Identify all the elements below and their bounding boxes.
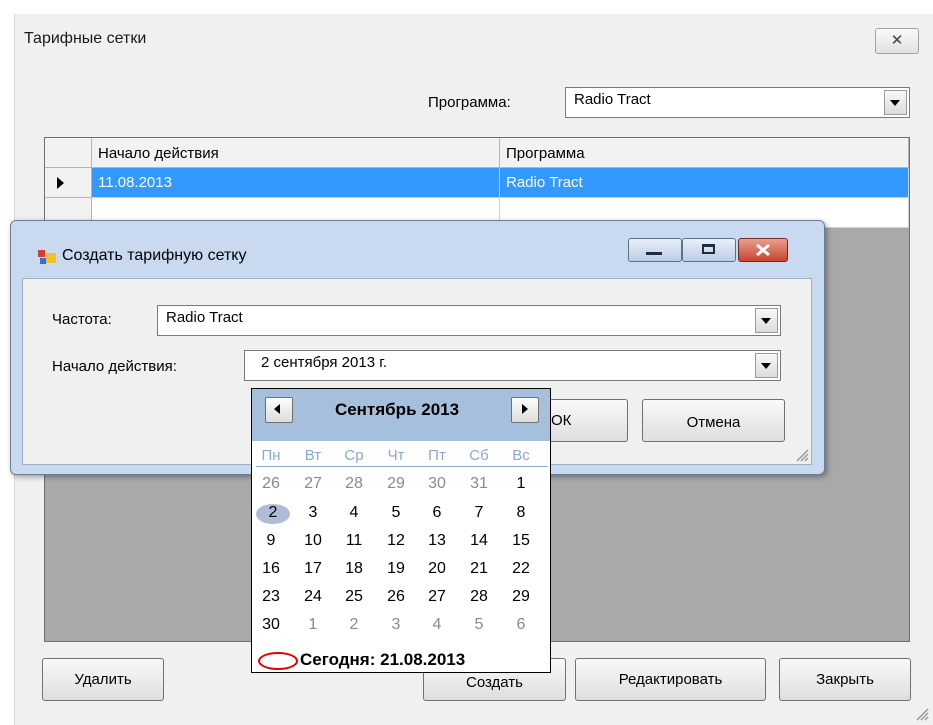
weekday-label: Пн bbox=[261, 447, 281, 464]
weekday-label: Чт bbox=[387, 447, 405, 464]
weekday-label: Сб bbox=[469, 447, 489, 464]
calendar-day[interactable]: 30 bbox=[422, 475, 452, 493]
start-date-picker[interactable]: 2 сентября 2013 г. bbox=[244, 350, 781, 381]
start-date-label: Начало действия: bbox=[52, 358, 177, 375]
calendar-day[interactable]: 6 bbox=[506, 616, 536, 634]
calendar-day[interactable]: 4 bbox=[339, 504, 369, 522]
chevron-left-icon bbox=[274, 404, 280, 414]
edit-button[interactable]: Редактировать bbox=[575, 658, 766, 701]
program-label: Программа: bbox=[428, 94, 511, 111]
grid-corner-header bbox=[45, 138, 92, 168]
cell-start[interactable]: 11.08.2013 bbox=[92, 168, 500, 198]
row-header[interactable] bbox=[45, 168, 92, 198]
next-month-button[interactable] bbox=[511, 397, 539, 423]
calendar-day[interactable]: 27 bbox=[298, 475, 328, 493]
chevron-right-icon bbox=[522, 404, 528, 414]
calendar-day[interactable]: 16 bbox=[256, 560, 286, 578]
calendar-day[interactable]: 5 bbox=[464, 616, 494, 634]
weekday-label: Вс bbox=[512, 447, 530, 464]
calendar-day[interactable]: 10 bbox=[298, 532, 328, 550]
delete-button[interactable]: Удалить bbox=[42, 658, 164, 701]
calendar-day[interactable]: 1 bbox=[298, 616, 328, 634]
calendar-day[interactable]: 18 bbox=[339, 560, 369, 578]
prev-month-button[interactable] bbox=[265, 397, 293, 423]
calendar-day[interactable]: 27 bbox=[422, 588, 452, 606]
weekday-divider bbox=[256, 466, 548, 467]
calendar-day[interactable]: 6 bbox=[422, 504, 452, 522]
calendar-day[interactable]: 21 bbox=[464, 560, 494, 578]
calendar-day[interactable]: 7 bbox=[464, 504, 494, 522]
dialog-close-button[interactable] bbox=[738, 238, 788, 262]
calendar-day[interactable]: 29 bbox=[381, 475, 411, 493]
calendar-day[interactable]: 1 bbox=[506, 475, 536, 493]
calendar-day[interactable]: 2 bbox=[339, 616, 369, 634]
calendar-day[interactable]: 28 bbox=[464, 588, 494, 606]
maximize-icon bbox=[702, 244, 715, 254]
weekday-label: Вт bbox=[304, 447, 322, 464]
calendar-day[interactable]: 24 bbox=[298, 588, 328, 606]
calendar-day[interactable]: 30 bbox=[256, 616, 286, 634]
calendar-day[interactable]: 23 bbox=[256, 588, 286, 606]
calendar-day[interactable]: 26 bbox=[381, 588, 411, 606]
minimize-button[interactable] bbox=[628, 238, 682, 262]
resize-grip-icon[interactable] bbox=[795, 448, 809, 462]
frequency-combobox-value: Radio Tract bbox=[166, 309, 243, 326]
calendar-day[interactable]: 28 bbox=[339, 475, 369, 493]
app-icon bbox=[38, 250, 56, 264]
column-header-start[interactable]: Начало действия bbox=[92, 138, 500, 168]
weekday-label: Ср bbox=[344, 447, 364, 464]
calendar-day-selected[interactable]: 2 bbox=[258, 504, 288, 522]
weekday-label: Пт bbox=[428, 447, 446, 464]
calendar-day[interactable]: 13 bbox=[422, 532, 452, 550]
main-close-button[interactable]: ✕ bbox=[875, 28, 919, 54]
start-date-value: 2 сентября 2013 г. bbox=[261, 354, 388, 371]
dropdown-arrow-icon[interactable] bbox=[755, 353, 778, 378]
close-icon bbox=[756, 243, 770, 257]
calendar-day[interactable]: 15 bbox=[506, 532, 536, 550]
calendar-day[interactable]: 12 bbox=[381, 532, 411, 550]
calendar-day[interactable]: 9 bbox=[256, 532, 286, 550]
calendar-day[interactable]: 4 bbox=[422, 616, 452, 634]
frequency-label: Частота: bbox=[52, 311, 112, 328]
program-combobox-value: Radio Tract bbox=[574, 91, 651, 108]
cell-program[interactable]: Radio Tract bbox=[500, 168, 909, 198]
frequency-combobox[interactable]: Radio Tract bbox=[157, 305, 781, 336]
resize-grip-icon[interactable] bbox=[915, 707, 929, 721]
close-button[interactable]: Закрыть bbox=[779, 658, 911, 701]
close-icon: ✕ bbox=[890, 32, 904, 49]
row-pointer-icon bbox=[57, 177, 64, 189]
calendar-day[interactable]: 22 bbox=[506, 560, 536, 578]
calendar-day[interactable]: 17 bbox=[298, 560, 328, 578]
dropdown-arrow-icon[interactable] bbox=[884, 90, 907, 115]
calendar-day[interactable]: 8 bbox=[506, 504, 536, 522]
calendar-day[interactable]: 19 bbox=[381, 560, 411, 578]
today-marker-icon bbox=[258, 652, 298, 670]
today-link[interactable]: Сегодня: 21.08.2013 bbox=[300, 650, 465, 670]
dialog-title: Создать тарифную сетку bbox=[62, 247, 247, 264]
calendar-day[interactable]: 14 bbox=[464, 532, 494, 550]
main-window-title: Тарифные сетки bbox=[24, 30, 147, 47]
calendar-day[interactable]: 20 bbox=[422, 560, 452, 578]
table-row[interactable]: 11.08.2013 Radio Tract bbox=[45, 168, 909, 198]
calendar-day[interactable]: 3 bbox=[298, 504, 328, 522]
calendar-day[interactable]: 3 bbox=[381, 616, 411, 634]
cancel-button[interactable]: Отмена bbox=[642, 399, 785, 442]
calendar-month-title[interactable]: Сентябрь 2013 bbox=[292, 400, 502, 420]
calendar-day[interactable]: 29 bbox=[506, 588, 536, 606]
minimize-icon bbox=[646, 252, 662, 255]
column-header-program[interactable]: Программа bbox=[500, 138, 909, 168]
calendar-day[interactable]: 31 bbox=[464, 475, 494, 493]
calendar-day[interactable]: 5 bbox=[381, 504, 411, 522]
maximize-button[interactable] bbox=[682, 238, 736, 262]
calendar-day[interactable]: 25 bbox=[339, 588, 369, 606]
calendar-day[interactable]: 26 bbox=[256, 475, 286, 493]
calendar-day[interactable]: 11 bbox=[339, 532, 369, 550]
program-combobox[interactable]: Radio Tract bbox=[565, 87, 910, 118]
dropdown-arrow-icon[interactable] bbox=[755, 308, 778, 333]
